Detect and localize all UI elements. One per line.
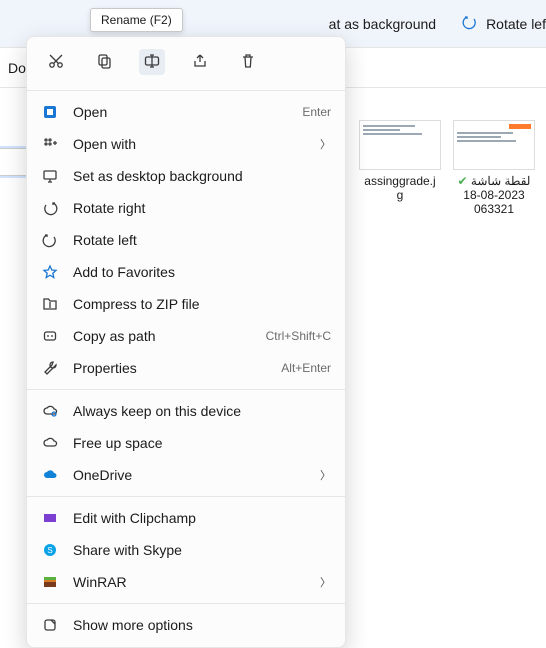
file-item[interactable]: ✔ لقطة شاشة 2023-08-18 063321 <box>450 120 538 216</box>
sync-check-icon: ✔ <box>458 174 468 188</box>
rotate-left-icon <box>41 231 59 249</box>
breadcrumb-fragment: Do <box>8 60 26 76</box>
rename-icon <box>143 52 161 73</box>
menu-accelerator: Enter <box>302 105 331 119</box>
skype-icon: S <box>41 541 59 559</box>
file-name: assinggrade.j <box>364 174 435 188</box>
menu-label: Open <box>73 104 288 120</box>
svg-text:S: S <box>47 546 52 555</box>
menu-label: Share with Skype <box>73 542 331 558</box>
copy-path-icon <box>41 327 59 345</box>
menu-label: Rotate left <box>73 232 331 248</box>
menu-label: Rotate right <box>73 200 331 216</box>
menu-label: Compress to ZIP file <box>73 296 331 312</box>
chevron-right-icon: 〉 <box>320 467 331 483</box>
menu-skype[interactable]: S Share with Skype <box>27 534 345 566</box>
delete-button[interactable] <box>235 49 261 75</box>
menu-set-background[interactable]: Set as desktop background <box>27 160 345 192</box>
menu-rotate-right[interactable]: Rotate right <box>27 192 345 224</box>
rename-button[interactable] <box>139 49 165 75</box>
menu-label: Copy as path <box>73 328 252 344</box>
set-background-button[interactable]: at as background <box>329 16 436 32</box>
rotate-left-icon <box>462 14 478 33</box>
menu-winrar[interactable]: WinRAR 〉 <box>27 566 345 598</box>
copy-button[interactable] <box>91 49 117 75</box>
open-with-icon <box>41 135 59 153</box>
menu-label: OneDrive <box>73 467 306 483</box>
file-thumbnail <box>453 120 535 170</box>
menu-label: Always keep on this device <box>73 403 331 419</box>
onedrive-icon <box>41 466 59 484</box>
menu-always-keep[interactable]: Always keep on this device <box>27 395 345 427</box>
share-icon <box>191 52 209 73</box>
menu-open-with[interactable]: Open with 〉 <box>27 128 345 160</box>
menu-accelerator: Ctrl+Shift+C <box>266 329 331 343</box>
menu-free-space[interactable]: Free up space <box>27 427 345 459</box>
menu-copy-path[interactable]: Copy as path Ctrl+Shift+C <box>27 320 345 352</box>
rename-tooltip: Rename (F2) <box>90 8 183 32</box>
menu-rotate-left[interactable]: Rotate left <box>27 224 345 256</box>
desktop-icon <box>41 167 59 185</box>
set-background-label: at as background <box>329 16 436 32</box>
zip-icon <box>41 295 59 313</box>
winrar-icon <box>41 573 59 591</box>
copy-icon <box>95 52 113 73</box>
file-grid: assinggrade.jg ✔ لقطة شاشة 2023-08-18 06… <box>356 120 538 216</box>
cut-button[interactable] <box>43 49 69 75</box>
menu-properties[interactable]: Properties Alt+Enter <box>27 352 345 384</box>
file-name: لقطة شاشة 2023-08-18 063321 <box>463 174 530 216</box>
file-thumbnail <box>359 120 441 170</box>
menu-onedrive[interactable]: OneDrive 〉 <box>27 459 345 491</box>
rotate-right-icon <box>41 199 59 217</box>
star-icon <box>41 263 59 281</box>
rotate-left-button[interactable]: Rotate lef <box>462 14 546 33</box>
menu-compress-zip[interactable]: Compress to ZIP file <box>27 288 345 320</box>
chevron-right-icon: 〉 <box>320 574 331 590</box>
trash-icon <box>239 52 257 73</box>
context-menu: Open Enter Open with 〉 Set as desktop ba… <box>26 36 346 648</box>
scissors-icon <box>47 52 65 73</box>
menu-label: Free up space <box>73 435 331 451</box>
menu-label: Edit with Clipchamp <box>73 510 331 526</box>
more-options-icon <box>41 616 59 634</box>
menu-label: Open with <box>73 136 306 152</box>
menu-add-favorites[interactable]: Add to Favorites <box>27 256 345 288</box>
clipchamp-icon <box>41 509 59 527</box>
cloud-keep-icon <box>41 402 59 420</box>
menu-clipchamp[interactable]: Edit with Clipchamp <box>27 502 345 534</box>
menu-label: WinRAR <box>73 574 306 590</box>
menu-label: Add to Favorites <box>73 264 331 280</box>
menu-accelerator: Alt+Enter <box>281 361 331 375</box>
toolbar-actions: at as background Rotate lef <box>329 14 546 33</box>
rotate-left-label: Rotate lef <box>486 16 546 32</box>
menu-label: Set as desktop background <box>73 168 331 184</box>
chevron-right-icon: 〉 <box>320 136 331 152</box>
menu-show-more[interactable]: Show more options <box>27 609 345 641</box>
share-button[interactable] <box>187 49 213 75</box>
cloud-icon <box>41 434 59 452</box>
menu-label: Properties <box>73 360 267 376</box>
wrench-icon <box>41 359 59 377</box>
context-menu-quick-actions <box>27 43 345 85</box>
app-icon <box>41 103 59 121</box>
file-item[interactable]: assinggrade.jg <box>356 120 444 216</box>
menu-open[interactable]: Open Enter <box>27 96 345 128</box>
menu-label: Show more options <box>73 617 331 633</box>
